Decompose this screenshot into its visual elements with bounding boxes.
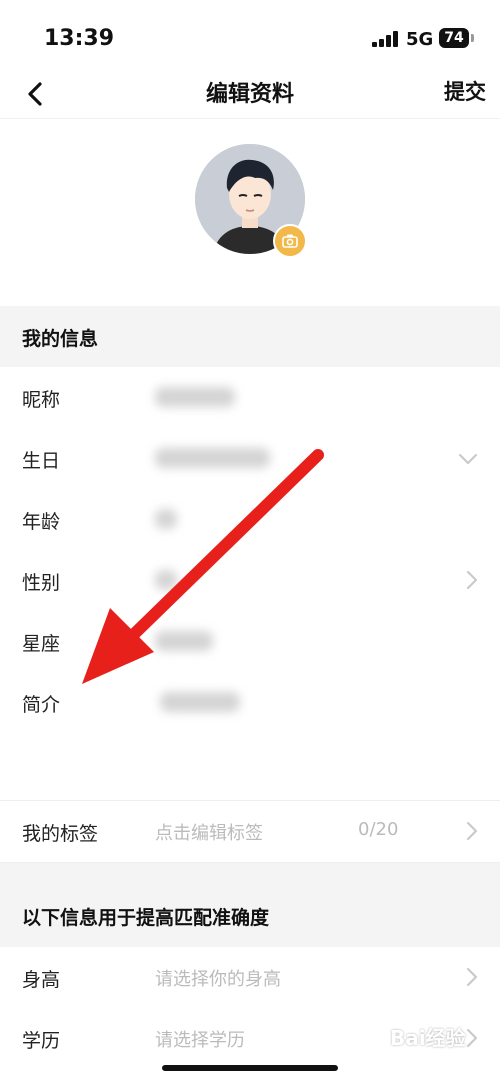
watermark: Bai经验 bbox=[390, 1026, 466, 1050]
home-indicator bbox=[162, 1065, 338, 1071]
annotation-arrow-icon bbox=[82, 449, 324, 684]
